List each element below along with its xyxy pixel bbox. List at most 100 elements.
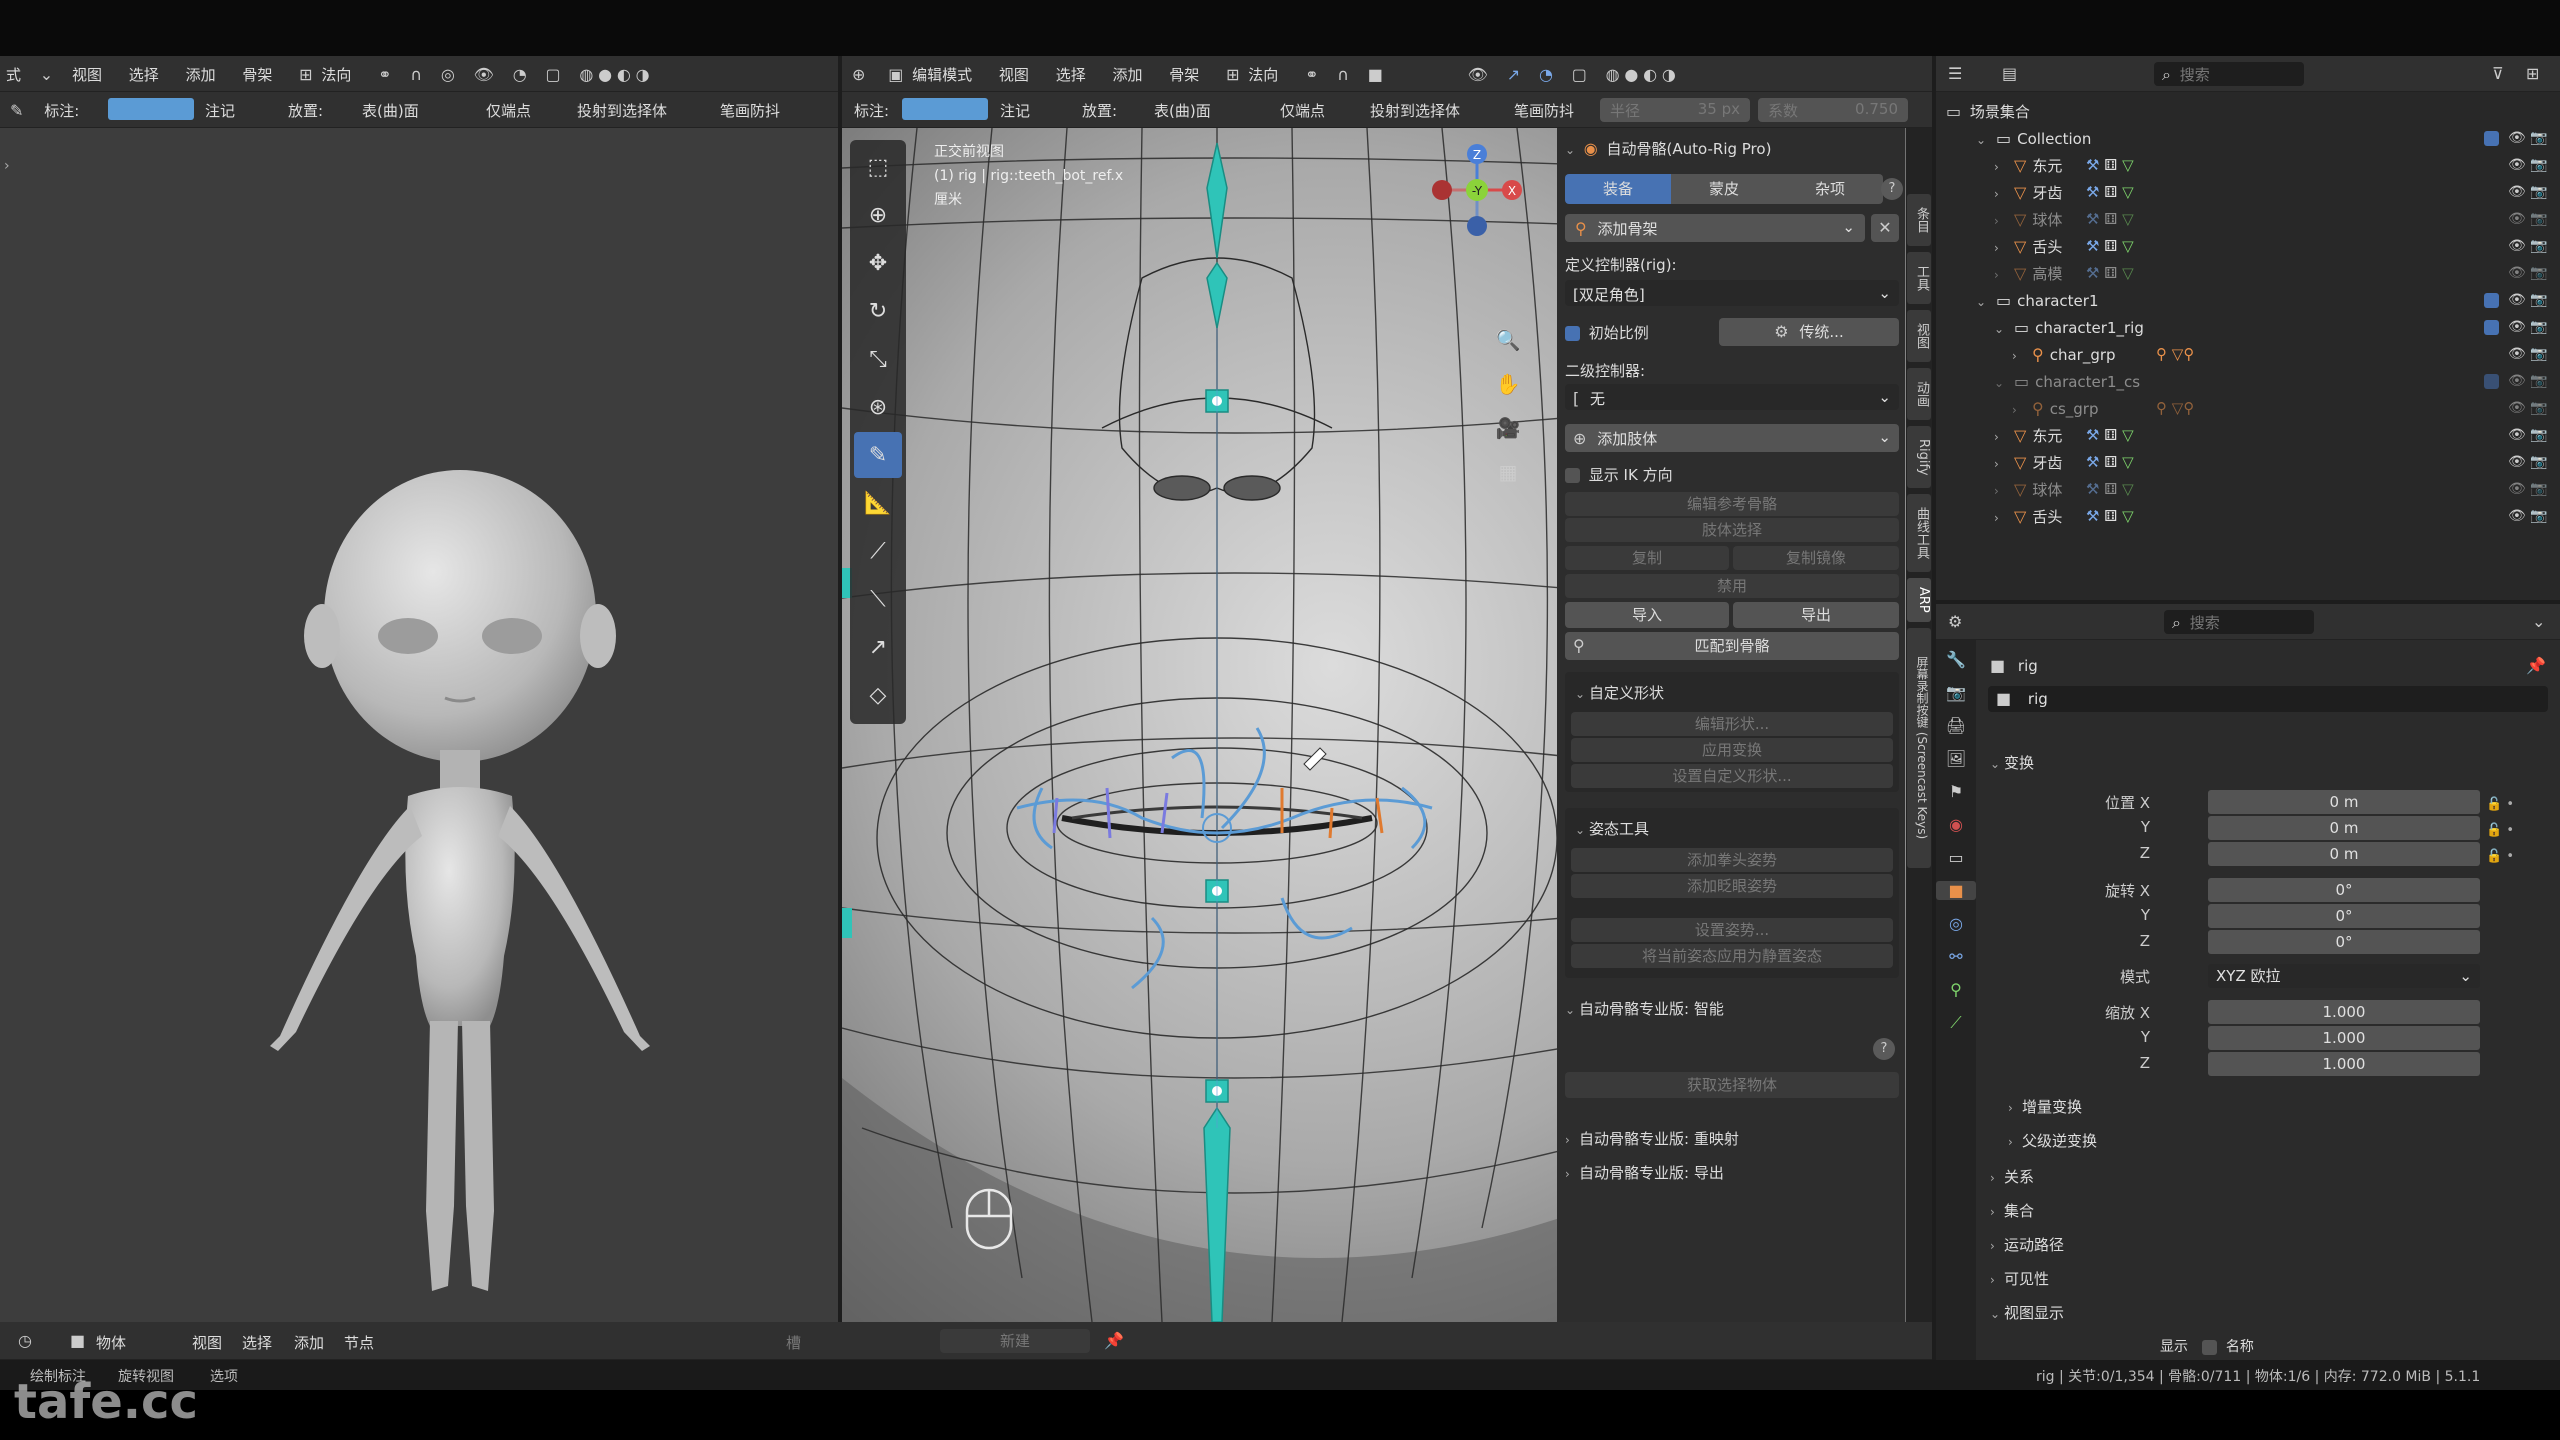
scene-tab-icon[interactable]: ⚑ xyxy=(1936,782,1976,801)
location-y-field[interactable]: 0 m xyxy=(2208,816,2480,840)
collection-tab-icon[interactable]: ▭ xyxy=(1936,848,1976,867)
set-custom-shape-button[interactable]: 设置自定义形状... xyxy=(1571,764,1893,788)
rotation-z-field[interactable]: 0° xyxy=(2208,930,2480,954)
eye-icon[interactable]: 👁 xyxy=(2508,341,2526,368)
camera-restrict-icon[interactable]: 📷 xyxy=(2530,422,2547,449)
camera-restrict-icon[interactable]: 📷 xyxy=(2530,503,2547,530)
editor-type-icon[interactable]: ◷ xyxy=(18,1331,32,1350)
tab-misc[interactable]: 杂项 xyxy=(1777,174,1883,204)
orient-menu[interactable]: 法向 xyxy=(321,64,351,85)
camera-restrict-icon[interactable]: 📷 xyxy=(2530,206,2547,233)
pin-icon[interactable]: 📌 xyxy=(1104,1331,1124,1350)
menu-view[interactable]: 视图 xyxy=(72,64,102,85)
object-tab-icon[interactable]: ■ xyxy=(1936,881,1976,900)
scale-z-field[interactable]: 1.000 xyxy=(2208,1052,2480,1076)
tab-item[interactable]: 条目 xyxy=(1907,194,1931,246)
eye-icon[interactable]: 👁 xyxy=(2508,503,2526,530)
outliner-row[interactable]: › ▽ 牙齿 ⚒ ⚅ ▽ 👁 📷 xyxy=(1946,449,2550,476)
outliner-row[interactable]: › ▽ 球体 ⚒ ⚅ ▽ 👁 📷 xyxy=(1946,206,2550,233)
scale-x-field[interactable]: 1.000 xyxy=(2208,1000,2480,1024)
mode-dropdown[interactable]: 编辑模式 xyxy=(912,64,972,85)
eye-icon[interactable]: 👁 xyxy=(2508,476,2526,503)
rotation-y-field[interactable]: 0° xyxy=(2208,904,2480,928)
transform-orient-icon[interactable]: ⊞ xyxy=(1226,65,1239,84)
add-limb-dropdown[interactable]: ⊕ 添加肢体 ⌄ xyxy=(1565,424,1899,452)
expand-arrow-icon[interactable]: › xyxy=(1994,154,2008,181)
tab-tool[interactable]: 工具 xyxy=(1907,252,1931,304)
rotation-x-field[interactable]: 0° xyxy=(2208,878,2480,902)
shading-render-icon[interactable]: ◑ xyxy=(1662,65,1676,84)
apply-transform-button[interactable]: 应用变换 xyxy=(1571,738,1893,762)
stabilize-label[interactable]: 笔画防抖 xyxy=(1514,100,1574,121)
camera-restrict-icon[interactable]: 📷 xyxy=(2530,341,2547,368)
outliner-row[interactable]: › ▽ 东元 ⚒ ⚅ ▽ 👁 📷 xyxy=(1946,152,2550,179)
display-mode-icon[interactable]: ▤ xyxy=(2002,64,2017,83)
only-ends-label[interactable]: 仅端点 xyxy=(1280,100,1325,121)
menu-view[interactable]: 视图 xyxy=(192,1332,222,1353)
arp-title-row[interactable]: ⌄ ◉ 自动骨骼(Auto-Rig Pro) xyxy=(1565,138,1897,166)
navigation-gizmo[interactable]: Z -Y X xyxy=(1412,140,1542,320)
camera-icon[interactable]: 🎥 xyxy=(1492,416,1524,448)
output-tab-icon[interactable]: 🖨 xyxy=(1936,716,1976,735)
location-z-field[interactable]: 0 m xyxy=(2208,842,2480,866)
visibility-icon[interactable]: 👁 xyxy=(1468,65,1488,84)
show-name-row[interactable]: 显示 名称 xyxy=(2160,1336,2254,1356)
magnet-icon[interactable]: ∩ xyxy=(1337,65,1349,84)
bone-envelope-icon[interactable]: ◇ xyxy=(854,672,902,718)
project-label[interactable]: 投射到选择体 xyxy=(1370,100,1460,121)
shading-solid-icon[interactable]: ● xyxy=(1624,65,1638,84)
expand-arrow-icon[interactable]: › xyxy=(1994,505,2008,532)
filter-icon[interactable]: ⊽ xyxy=(2492,64,2504,83)
annotate-color-swatch[interactable] xyxy=(902,98,988,120)
eye-icon[interactable]: 👁 xyxy=(2508,233,2526,260)
delta-transform-header[interactable]: › 增量变换 xyxy=(2008,1096,2082,1117)
lock-icon[interactable]: 🔓 • xyxy=(2486,844,2526,870)
tab-skin[interactable]: 蒙皮 xyxy=(1671,174,1777,204)
get-selected-button[interactable]: 获取选择物体 xyxy=(1565,1072,1899,1098)
custom-shape-header[interactable]: ⌄ 自定义形状 xyxy=(1575,682,1664,703)
camera-restrict-icon[interactable]: 📷 xyxy=(2530,476,2547,503)
menu-select[interactable]: 选择 xyxy=(1056,64,1086,85)
data-tab-icon[interactable]: ⚲ xyxy=(1936,980,1976,999)
expand-arrow-icon[interactable]: ⌄ xyxy=(1994,316,2008,343)
eye-icon[interactable]: 👁 xyxy=(2508,422,2526,449)
shading-solid-icon[interactable]: ● xyxy=(598,65,612,84)
camera-restrict-icon[interactable]: 📷 xyxy=(2530,368,2547,395)
outliner-row[interactable]: › ▽ 舌头 ⚒ ⚅ ▽ 👁 📷 xyxy=(1946,233,2550,260)
world-tab-icon[interactable]: ◉ xyxy=(1936,815,1976,834)
editor-mode[interactable]: 物体 xyxy=(96,1332,126,1353)
annotate-color-swatch[interactable] xyxy=(108,98,194,120)
outliner-row[interactable]: ⌄ ▭ character1_cs 👁 📷 xyxy=(1946,368,2550,395)
copy-mirror-button[interactable]: 复制镜像 xyxy=(1733,546,1899,570)
bone-extrude-icon[interactable]: ⟋ xyxy=(854,528,902,574)
only-ends-label[interactable]: 仅端点 xyxy=(486,100,531,121)
limb-select-button[interactable]: 肢体选择 xyxy=(1565,518,1899,542)
expand-arrow-icon[interactable]: › xyxy=(1994,235,2008,262)
relations-header[interactable]: › 关系 xyxy=(1990,1166,2034,1187)
export-button[interactable]: 导出 xyxy=(1733,602,1899,628)
legacy-button[interactable]: ⚙ 传统... xyxy=(1719,318,1899,346)
set-pose-button[interactable]: 设置姿势... xyxy=(1571,918,1893,942)
show-ik-checkbox[interactable]: 显示 IK 方向 xyxy=(1565,464,1673,485)
menu-armature[interactable]: 骨架 xyxy=(1169,64,1199,85)
bone-roll-icon[interactable]: ⟍ xyxy=(854,576,902,622)
placement-value[interactable]: 表(曲)面 xyxy=(362,100,419,121)
xray-icon[interactable]: ▢ xyxy=(1572,65,1587,84)
eye-icon[interactable]: 👁 xyxy=(2508,125,2526,152)
secondary-dropdown[interactable]: [ 无 ⌄ xyxy=(1565,384,1899,410)
link-icon[interactable]: ⚭ xyxy=(378,65,391,84)
rotation-mode-dropdown[interactable]: XYZ 欧拉 ⌄ xyxy=(2208,964,2480,988)
viewport-display-header[interactable]: ⌄ 视图显示 xyxy=(1990,1302,2064,1323)
grid-icon[interactable]: ▦ xyxy=(1492,460,1524,492)
annotate-layer[interactable]: 注记 xyxy=(205,100,235,121)
menu-select[interactable]: 选择 xyxy=(129,64,159,85)
menu-add[interactable]: 添加 xyxy=(186,64,216,85)
eye-icon[interactable]: 👁 xyxy=(2508,260,2526,287)
tab-rigify[interactable]: Rigify xyxy=(1907,426,1931,488)
shading-material-icon[interactable]: ◐ xyxy=(617,65,631,84)
transform-orient-icon[interactable]: ⊞ xyxy=(299,65,312,84)
menu-select[interactable]: 选择 xyxy=(242,1332,272,1353)
eye-icon[interactable]: 👁 xyxy=(2508,206,2526,233)
placement-value[interactable]: 表(曲)面 xyxy=(1154,100,1211,121)
camera-restrict-icon[interactable]: 📷 xyxy=(2530,125,2547,152)
